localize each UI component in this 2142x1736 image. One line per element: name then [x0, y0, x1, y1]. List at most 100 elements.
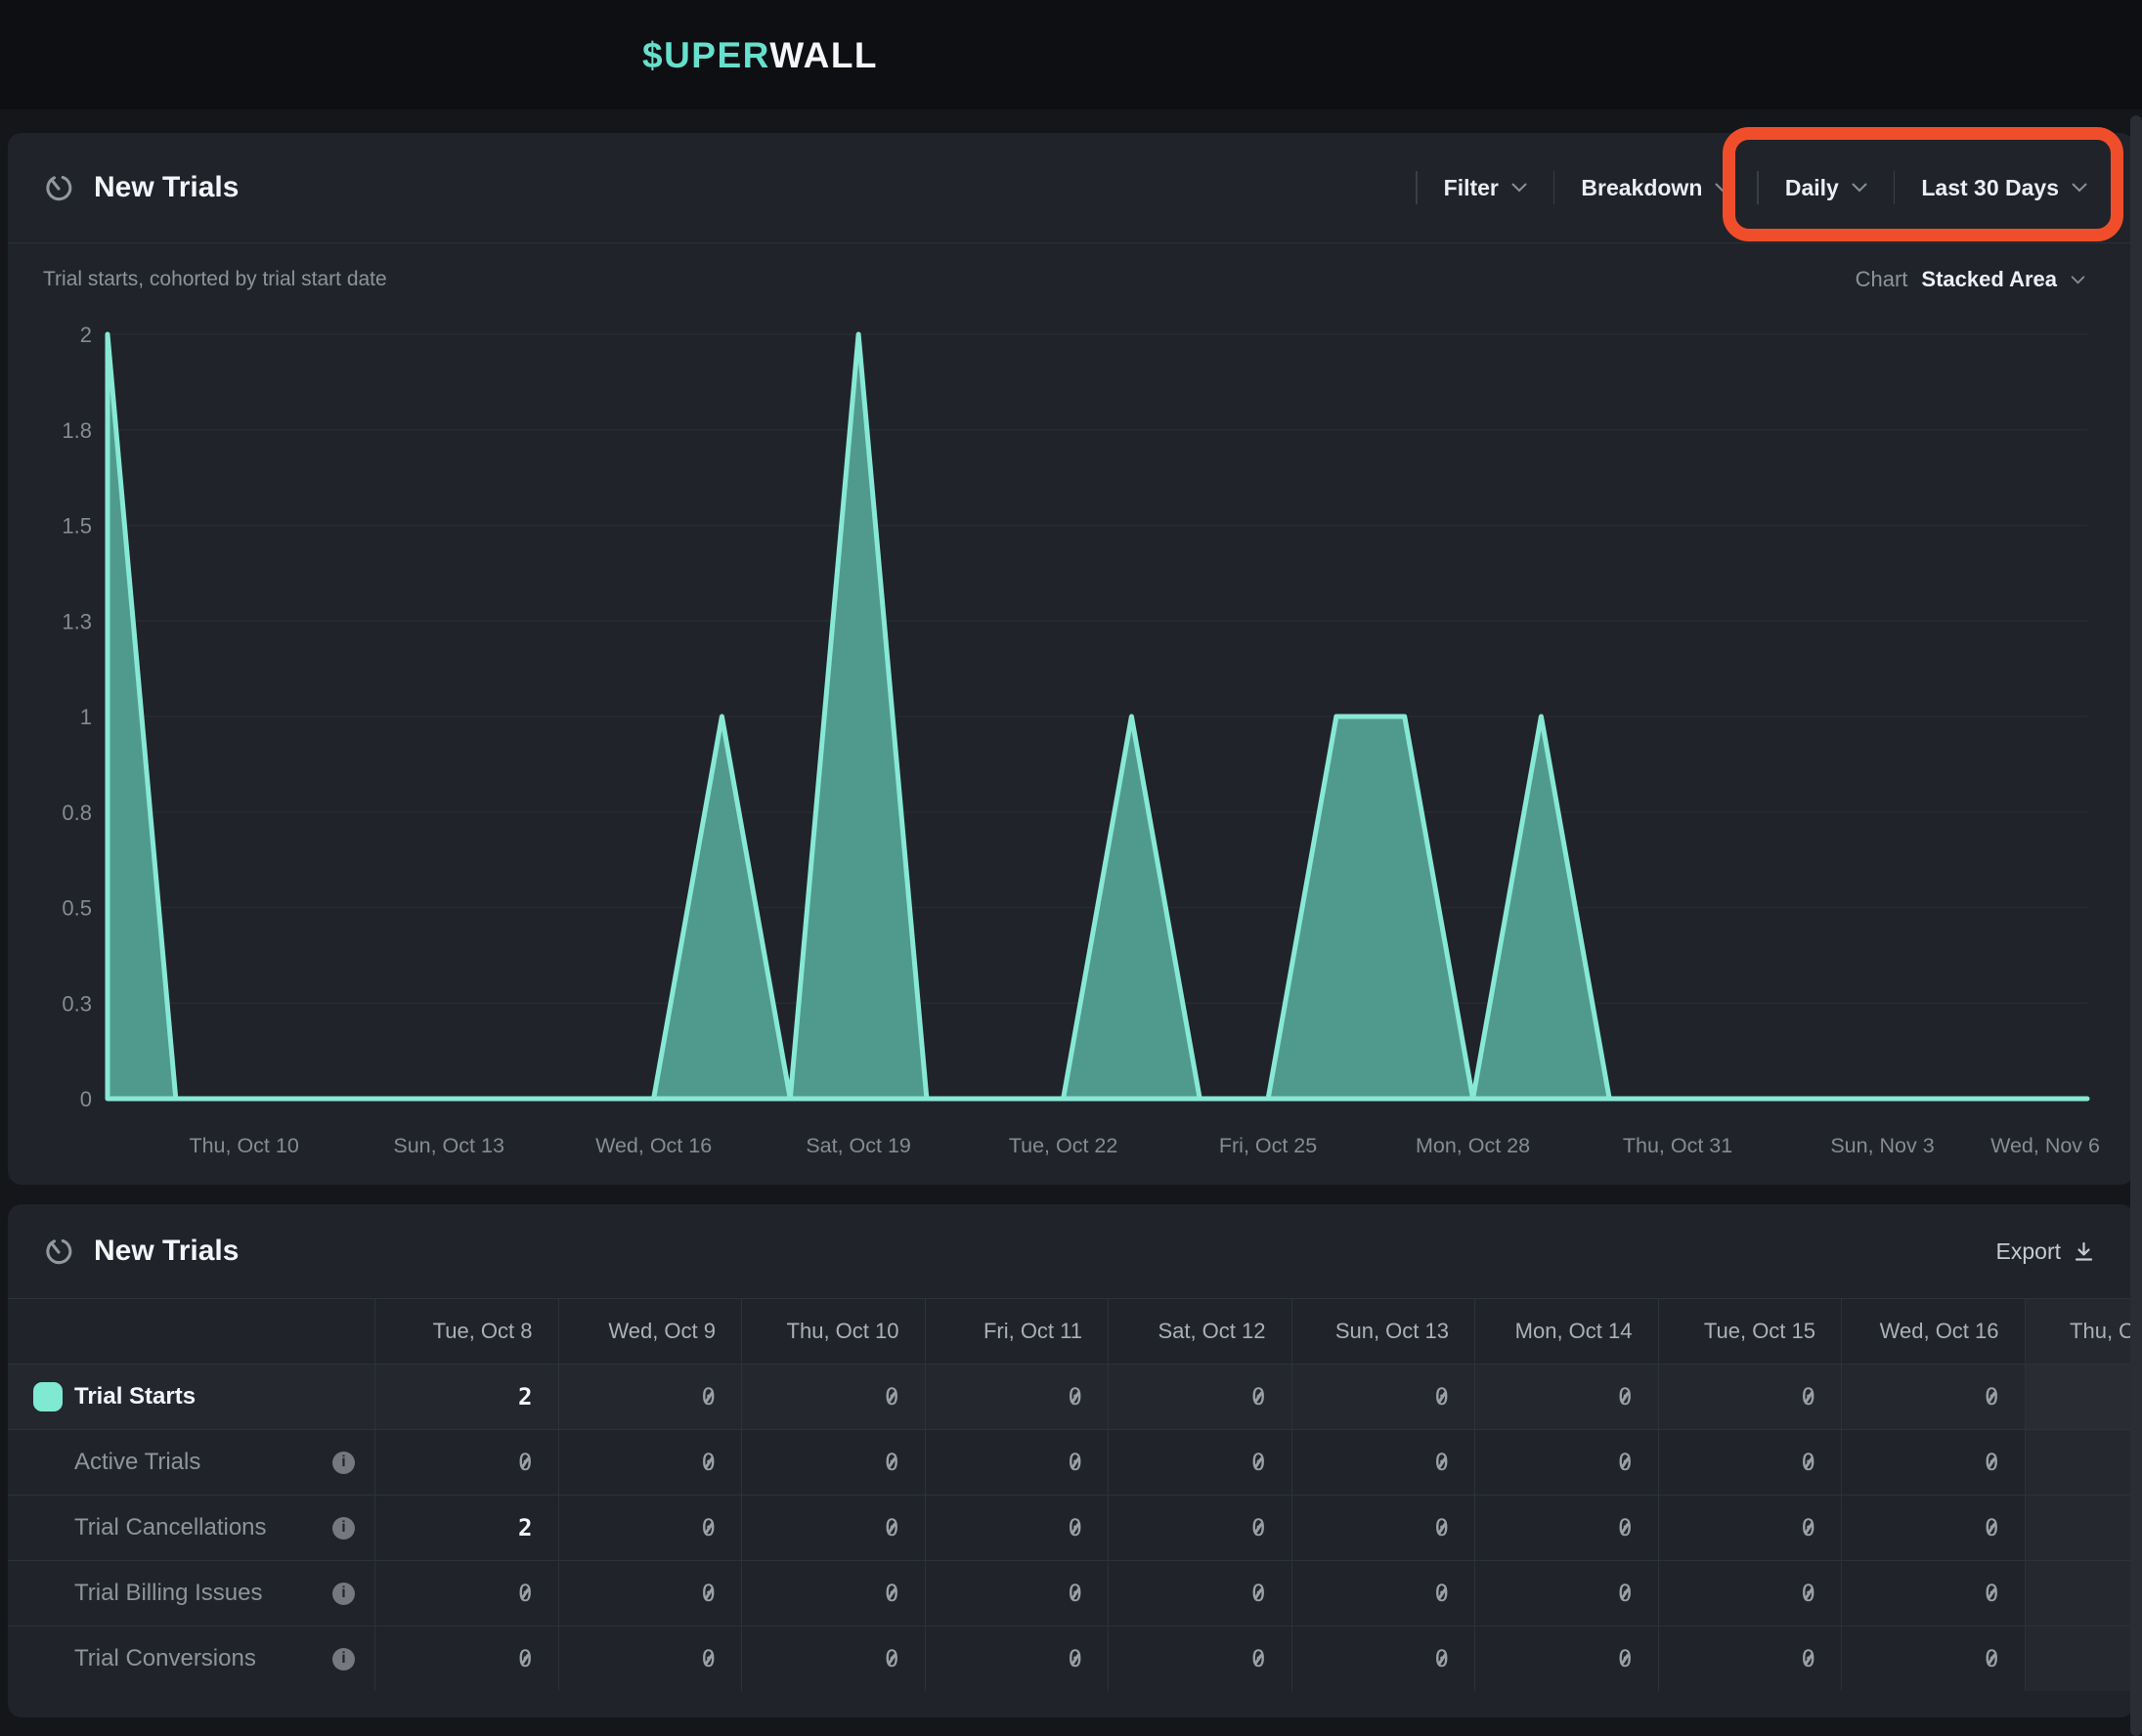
- cell-value: 0: [702, 1385, 716, 1409]
- y-axis-label: 1.3: [62, 609, 92, 633]
- x-axis-label: Mon, Oct 28: [1416, 1134, 1530, 1157]
- table-header-row: Tue, Oct 8Wed, Oct 9Thu, Oct 10Fri, Oct …: [8, 1298, 2134, 1364]
- x-axis-label: Fri, Oct 25: [1219, 1134, 1317, 1157]
- x-axis-label: Sun, Oct 13: [393, 1134, 504, 1157]
- row-label: Trial Starts: [74, 1383, 196, 1410]
- superwall-logo[interactable]: $UPERWALL: [642, 35, 878, 76]
- granularity-label: Daily: [1785, 175, 1839, 201]
- table-cell: 0: [1474, 1496, 1658, 1560]
- table-cell: 0: [558, 1496, 742, 1560]
- column-header: Mon, Oct 14: [1474, 1299, 1658, 1364]
- table-cell: 0: [1108, 1430, 1291, 1495]
- column-header: Wed, Oct 9: [558, 1299, 742, 1364]
- cell-value: 0: [1802, 1582, 1815, 1605]
- cell-value: 0: [1069, 1385, 1082, 1409]
- table-cell: [2025, 1365, 2135, 1429]
- chart-subtitle: Trial starts, cohorted by trial start da…: [43, 268, 387, 291]
- cell-value: 0: [1251, 1647, 1265, 1671]
- info-icon[interactable]: i: [332, 1648, 355, 1671]
- row-label: Trial Cancellations: [74, 1514, 267, 1541]
- cell-value: 0: [1618, 1451, 1632, 1474]
- table-cell: 0: [1658, 1561, 1842, 1626]
- cell-value: 0: [1985, 1385, 1998, 1409]
- chevron-down-icon: [1852, 183, 1867, 193]
- cell-value: 0: [885, 1451, 898, 1474]
- breakdown-label: Breakdown: [1581, 175, 1702, 201]
- panel-title: New Trials: [94, 171, 239, 204]
- table-cell: 0: [741, 1430, 925, 1495]
- granularity-dropdown[interactable]: Daily: [1785, 175, 1867, 201]
- table-cell: 0: [1474, 1561, 1658, 1626]
- column-header: Fri, Oct 11: [925, 1299, 1109, 1364]
- table-cell: [2025, 1561, 2135, 1626]
- table-cell: 0: [1291, 1561, 1475, 1626]
- table-cell: 0: [741, 1365, 925, 1429]
- chart-controls: Filter Breakdown Daily Last 30 Days: [1416, 171, 2099, 204]
- table-cell: [2025, 1496, 2135, 1560]
- table-cell: 0: [925, 1627, 1109, 1691]
- info-icon[interactable]: i: [332, 1517, 355, 1540]
- y-axis-label: 0: [80, 1087, 92, 1111]
- info-icon[interactable]: i: [332, 1452, 355, 1474]
- table-row: Trial Cancellationsi200000000: [8, 1495, 2134, 1560]
- breakdown-dropdown[interactable]: Breakdown: [1581, 175, 1730, 201]
- cell-value: 0: [1069, 1582, 1082, 1605]
- x-axis-label: Sun, Nov 3: [1830, 1134, 1934, 1157]
- table-cell: 0: [1474, 1365, 1658, 1429]
- cell-value: 0: [702, 1516, 716, 1540]
- table-cell: 0: [1291, 1365, 1475, 1429]
- table-panel-header: New Trials Export: [8, 1204, 2134, 1298]
- cell-value: 2: [518, 1383, 532, 1410]
- cell-value: 0: [1802, 1451, 1815, 1474]
- table-cell: 0: [558, 1561, 742, 1626]
- cell-value: 0: [1985, 1582, 1998, 1605]
- table-cell: 0: [1658, 1430, 1842, 1495]
- table-cell: 0: [1658, 1365, 1842, 1429]
- chevron-down-icon: [1715, 183, 1730, 193]
- row-label-cell: Trial Starts: [8, 1365, 374, 1429]
- cell-value: 0: [1618, 1647, 1632, 1671]
- table-cell: 2: [374, 1496, 558, 1560]
- column-header: Wed, Oct 16: [1841, 1299, 2025, 1364]
- table-cell: 0: [925, 1561, 1109, 1626]
- table-cell: 0: [1658, 1627, 1842, 1691]
- filter-dropdown[interactable]: Filter: [1444, 175, 1527, 201]
- table-header-spacer: [8, 1299, 374, 1364]
- row-label: Trial Conversions: [74, 1645, 256, 1672]
- cell-value: 0: [702, 1582, 716, 1605]
- download-icon: [2075, 1241, 2093, 1262]
- cell-value: 0: [1251, 1451, 1265, 1474]
- table-cell: 0: [374, 1627, 558, 1691]
- top-navigation-bar: $UPERWALL: [0, 0, 2142, 109]
- table-row: Trial Starts200000000: [8, 1364, 2134, 1429]
- row-label-cell: Trial Cancellations i: [8, 1496, 374, 1560]
- chart-panel-header: New Trials Filter Breakdown Daily: [8, 133, 2134, 243]
- cell-value: 0: [1069, 1647, 1082, 1671]
- cell-value: 0: [885, 1582, 898, 1605]
- chart-panel-title-group: New Trials: [43, 171, 239, 204]
- date-range-dropdown[interactable]: Last 30 Days: [1921, 175, 2087, 201]
- cell-value: 0: [1435, 1516, 1449, 1540]
- table-cell: [2025, 1627, 2135, 1691]
- cell-value: 0: [1802, 1516, 1815, 1540]
- stopwatch-icon: [43, 172, 74, 203]
- cell-value: 0: [1618, 1516, 1632, 1540]
- chart-subheader: Trial starts, cohorted by trial start da…: [8, 243, 2134, 316]
- filter-label: Filter: [1444, 175, 1499, 201]
- cell-value: 0: [1069, 1451, 1082, 1474]
- divider: [1553, 171, 1555, 204]
- column-header: Tue, Oct 8: [374, 1299, 558, 1364]
- cell-value: 0: [518, 1451, 532, 1474]
- export-button[interactable]: Export: [1996, 1238, 2099, 1265]
- cell-value: 0: [518, 1582, 532, 1605]
- table-cell: 0: [1474, 1627, 1658, 1691]
- cell-value: 2: [518, 1514, 532, 1541]
- info-icon[interactable]: i: [332, 1583, 355, 1605]
- chart-type-dropdown[interactable]: Chart Stacked Area: [1856, 267, 2085, 292]
- column-header: Thu, Oct 10: [741, 1299, 925, 1364]
- cell-value: 0: [1618, 1582, 1632, 1605]
- table-cell: 2: [374, 1365, 558, 1429]
- chart-type-caption: Chart: [1856, 267, 1908, 292]
- x-axis-label: Thu, Oct 31: [1623, 1134, 1732, 1157]
- cell-value: 0: [702, 1451, 716, 1474]
